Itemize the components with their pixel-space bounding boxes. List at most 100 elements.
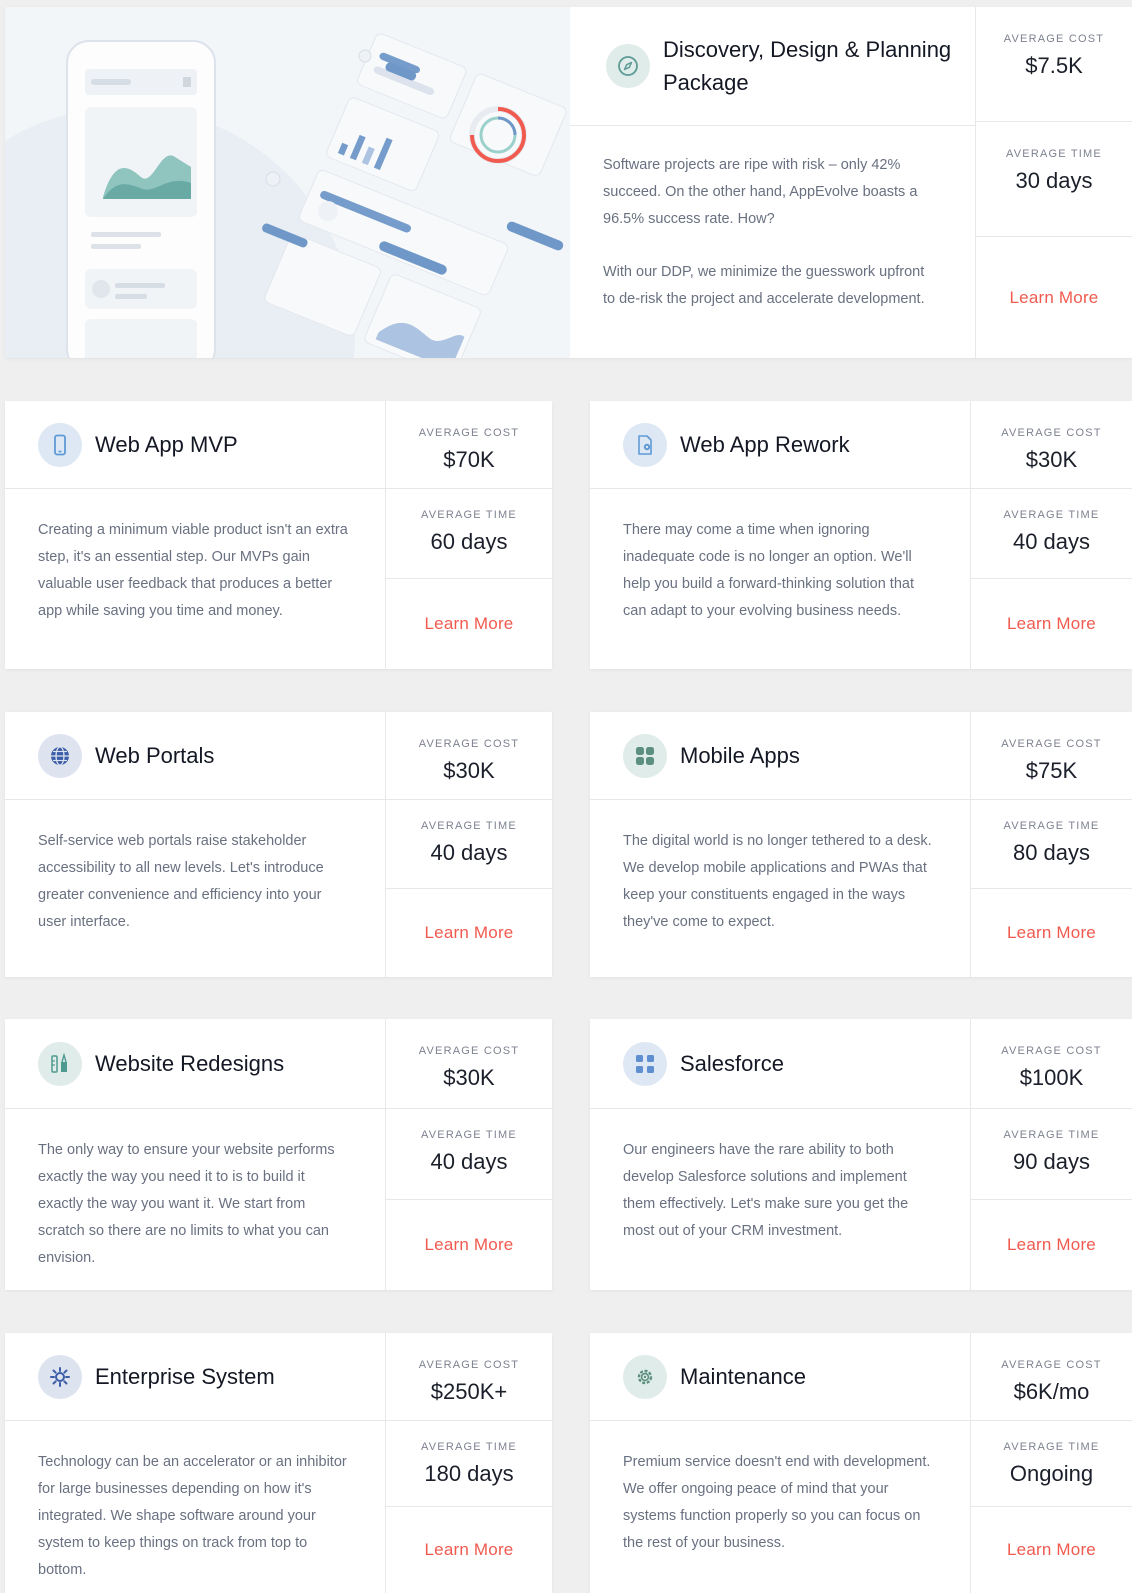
average-time-label: AVERAGE TIME [1003, 1441, 1100, 1453]
average-cost-value: $250K+ [430, 1379, 508, 1404]
average-cost-cell: AVERAGE COST $250K+ [386, 1333, 552, 1421]
gear-document-icon [623, 422, 667, 467]
globe-icon [38, 733, 82, 778]
service-stats-column: AVERAGE COST $75K AVERAGE TIME 80 days L… [971, 712, 1132, 977]
service-title: Salesforce [680, 1051, 784, 1076]
average-time-cell: AVERAGE TIME 40 days [971, 489, 1132, 579]
average-cost-cell: AVERAGE COST $30K [971, 401, 1132, 489]
ddp-header: Discovery, Design & Planning Package [570, 7, 975, 126]
average-time-value: 60 days [430, 529, 508, 554]
average-time-value: 40 days [430, 1149, 508, 1174]
average-cost-value: $6K/mo [1013, 1379, 1090, 1404]
average-cost-value: $30K [1025, 447, 1078, 472]
average-time-cell: AVERAGE TIME 40 days [386, 1109, 552, 1200]
ddp-paragraph: Software projects are ripe with risk – o… [603, 157, 918, 227]
learn-more-cell: Learn More [971, 579, 1132, 669]
service-text-column: Website Redesigns The only way to ensure… [5, 1019, 386, 1290]
average-time-value: 40 days [430, 840, 508, 865]
service-header: Mobile Apps [590, 712, 970, 800]
learn-more-link[interactable]: Learn More [425, 614, 514, 634]
average-time-cell: AVERAGE TIME 80 days [971, 800, 1132, 889]
learn-more-link[interactable]: Learn More [1007, 1235, 1096, 1255]
learn-more-link[interactable]: Learn More [425, 1235, 514, 1255]
learn-more-link[interactable]: Learn More [425, 1540, 514, 1560]
average-cost-cell: AVERAGE COST $30K [386, 1019, 552, 1109]
average-cost-value: $75K [1025, 758, 1078, 783]
service-header: Web App MVP [5, 401, 385, 489]
service-stats-column: AVERAGE COST $30K AVERAGE TIME 40 days L… [971, 401, 1132, 669]
service-text-column: Salesforce Our engineers have the rare a… [590, 1019, 971, 1290]
learn-more-cell: Learn More [386, 889, 552, 977]
maintenance-gear-icon [623, 1354, 667, 1399]
service-text-column: Mobile Apps The digital world is no long… [590, 712, 971, 977]
average-cost-label: AVERAGE COST [418, 738, 520, 750]
average-time-label: AVERAGE TIME [1003, 820, 1100, 832]
ddp-package-card: Discovery, Design & Planning Package Sof… [5, 7, 1132, 358]
learn-more-cell: Learn More [386, 1200, 552, 1290]
learn-more-link[interactable]: Learn More [425, 923, 514, 943]
average-cost-value: $70K [443, 447, 495, 472]
learn-more-link[interactable]: Learn More [1007, 614, 1096, 634]
design-tools-icon [38, 1041, 82, 1086]
service-description: Our engineers have the rare ability to b… [623, 1142, 909, 1239]
service-description: Creating a minimum viable product isn't … [38, 522, 348, 619]
average-cost-label: AVERAGE COST [418, 1359, 520, 1371]
learn-more-link[interactable]: Learn More [1007, 1540, 1096, 1560]
average-time-cell: AVERAGE TIME 60 days [386, 489, 552, 579]
learn-more-cell: Learn More [386, 579, 552, 669]
average-cost-label: AVERAGE COST [418, 1045, 520, 1057]
average-cost-label: AVERAGE COST [1001, 427, 1102, 439]
compass-icon [606, 44, 650, 88]
workflow-icon [623, 1041, 667, 1086]
average-cost-label: AVERAGE COST [1003, 33, 1105, 45]
learn-more-cell: Learn More [386, 1507, 552, 1593]
service-text-column: Maintenance Premium service doesn't end … [590, 1333, 971, 1593]
hero-illustration [5, 7, 570, 358]
ddp-title: Discovery, Design & Planning Package [663, 37, 952, 95]
average-cost-value: $7.5K [1025, 53, 1083, 78]
average-time-label: AVERAGE TIME [1003, 1129, 1100, 1141]
service-stats-column: AVERAGE COST $250K+ AVERAGE TIME 180 day… [386, 1333, 552, 1593]
average-cost-cell: AVERAGE COST $7.5K [976, 7, 1132, 122]
average-time-value: Ongoing [1009, 1461, 1094, 1486]
average-time-label: AVERAGE TIME [421, 820, 517, 832]
average-time-cell: AVERAGE TIME 40 days [386, 800, 552, 889]
service-title: Web Portals [95, 743, 215, 768]
average-time-value: 90 days [1012, 1149, 1091, 1174]
service-card-web-app-mvp: Web App MVP Creating a minimum viable pr… [5, 401, 552, 669]
service-header: Website Redesigns [5, 1019, 385, 1109]
ddp-stats-column: AVERAGE COST $7.5K AVERAGE TIME 30 days … [976, 7, 1132, 358]
learn-more-cell: Learn More [971, 1200, 1132, 1290]
service-text-column: Web App MVP Creating a minimum viable pr… [5, 401, 386, 669]
average-time-cell: AVERAGE TIME 90 days [971, 1109, 1132, 1200]
service-stats-column: AVERAGE COST $6K/mo AVERAGE TIME Ongoing… [971, 1333, 1132, 1593]
learn-more-cell: Learn More [976, 237, 1132, 358]
learn-more-link[interactable]: Learn More [1010, 288, 1099, 308]
average-cost-cell: AVERAGE COST $6K/mo [971, 1333, 1132, 1421]
average-time-cell: AVERAGE TIME 30 days [976, 122, 1132, 237]
mobile-phone-icon [38, 422, 82, 467]
network-gear-icon [38, 1354, 82, 1399]
average-cost-cell: AVERAGE COST $30K [386, 712, 552, 800]
average-time-value: 80 days [1012, 840, 1091, 865]
ddp-description: Software projects are ripe with risk – o… [570, 126, 975, 313]
service-description: The digital world is no longer tethered … [623, 833, 932, 930]
average-cost-label: AVERAGE COST [418, 427, 520, 439]
service-card-web-app-rework: Web App Rework There may come a time whe… [590, 401, 1132, 669]
service-title: Website Redesigns [95, 1051, 285, 1076]
service-text-column: Web App Rework There may come a time whe… [590, 401, 971, 669]
service-title: Mobile Apps [680, 743, 800, 768]
average-time-label: AVERAGE TIME [421, 509, 517, 521]
service-description: Technology can be an accelerator or an i… [38, 1454, 347, 1578]
average-cost-label: AVERAGE COST [1001, 1359, 1102, 1371]
average-cost-label: AVERAGE COST [1001, 1045, 1102, 1057]
learn-more-link[interactable]: Learn More [1007, 923, 1096, 943]
service-header: Enterprise System [5, 1333, 385, 1421]
service-card-web-portals: Web Portals Self-service web portals rai… [5, 712, 552, 977]
service-card-website-redesigns: Website Redesigns The only way to ensure… [5, 1019, 552, 1290]
service-header: Web Portals [5, 712, 385, 800]
service-header: Web App Rework [590, 401, 970, 489]
service-stats-column: AVERAGE COST $100K AVERAGE TIME 90 days … [971, 1019, 1132, 1290]
service-description: Self-service web portals raise stakehold… [38, 833, 324, 930]
service-header: Salesforce [590, 1019, 970, 1109]
